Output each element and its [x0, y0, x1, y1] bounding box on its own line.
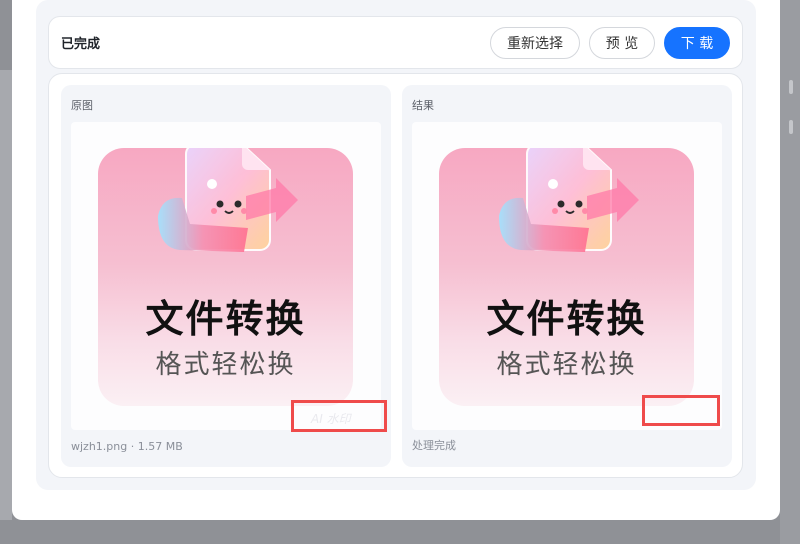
- result-label: 结果: [412, 99, 434, 112]
- watermark-highlight-box: [291, 400, 387, 432]
- original-label: 原图: [71, 99, 93, 112]
- artwork-title: 文件转换: [145, 297, 306, 341]
- original-file-info: wjzh1.png · 1.57 MB: [71, 440, 183, 453]
- backdrop: [0, 70, 12, 520]
- download-button[interactable]: 下 载: [664, 26, 730, 59]
- preview-button[interactable]: 预 览: [589, 26, 655, 59]
- artwork: 文件转换 格式轻松换: [98, 148, 353, 406]
- status-text: 已完成: [61, 37, 101, 52]
- original-image[interactable]: 文件转换 格式轻松换 AI 水印: [71, 122, 381, 430]
- original-card: 原图 文件转换 格式轻松换 AI 水印 wjzh1.png · 1.57 MB: [61, 85, 391, 467]
- status-bar: 已完成 重新选择 预 览 下 载: [48, 16, 743, 69]
- file-mascot-icon: [499, 148, 639, 252]
- result-card: 结果 文件转换 格式轻松换 处理完成: [402, 85, 732, 467]
- file-mascot-icon: [158, 148, 298, 252]
- page-scrollbar[interactable]: [780, 0, 800, 544]
- modal-panel: 已完成 重新选择 预 览 下 载 原图 文件转换 格式轻松换 AI 水印 wjz…: [36, 0, 756, 490]
- artwork-subtitle: 格式轻松换: [155, 350, 296, 380]
- artwork-subtitle: 格式轻松换: [496, 350, 637, 380]
- reselect-button[interactable]: 重新选择: [490, 26, 580, 59]
- result-status: 处理完成: [412, 439, 456, 452]
- result-image[interactable]: 文件转换 格式轻松换: [412, 122, 722, 430]
- result-modal: 已完成 重新选择 预 览 下 载 原图 文件转换 格式轻松换 AI 水印 wjz…: [12, 0, 780, 520]
- artwork-title: 文件转换: [486, 297, 647, 341]
- artwork: 文件转换 格式轻松换: [439, 148, 694, 406]
- removed-area-highlight-box: [642, 395, 720, 426]
- compare-container: 原图 文件转换 格式轻松换 AI 水印 wjzh1.png · 1.57 MB …: [48, 73, 743, 478]
